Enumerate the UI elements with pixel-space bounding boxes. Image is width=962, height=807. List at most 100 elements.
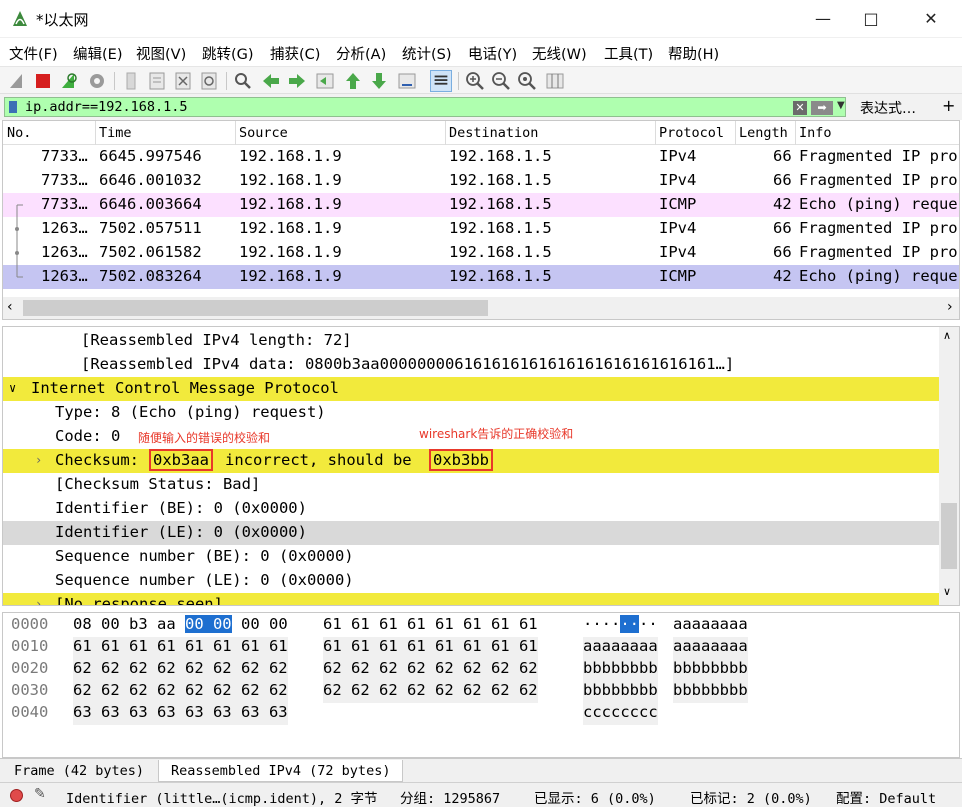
expert-info-icon[interactable]: [10, 789, 23, 802]
packet-row[interactable]: 1263… 7502.083264 192.168.1.9 192.168.1.…: [3, 265, 959, 289]
column-protocol[interactable]: Protocol: [659, 125, 724, 141]
detail-row[interactable]: [Checksum Status: Bad]: [3, 473, 939, 497]
packet-row[interactable]: 7733… 6646.001032 192.168.1.9 192.168.1.…: [3, 169, 959, 193]
detail-row-selected[interactable]: Identifier (LE): 0 (0x0000): [3, 521, 939, 545]
edit-comment-icon[interactable]: ✎: [34, 786, 46, 802]
open-file-icon[interactable]: [120, 70, 142, 92]
go-back-icon[interactable]: [260, 70, 282, 92]
byte-hex-row[interactable]: 61 61 61 61 61 61 61 61: [73, 637, 288, 659]
options-gear-icon[interactable]: [86, 70, 108, 92]
byte-hex-row[interactable]: 61 61 61 61 61 61 61 61: [323, 615, 538, 637]
byte-ascii-row[interactable]: bbbbbbbb: [583, 659, 658, 681]
close-file-icon[interactable]: [172, 70, 194, 92]
checksum-row[interactable]: › Checksum: 0xb3aa incorrect, should be …: [3, 449, 939, 473]
byte-ascii-row[interactable]: bbbbbbbb: [673, 681, 748, 703]
menu-edit[interactable]: 编辑(E): [73, 43, 122, 64]
detail-row[interactable]: Type: 8 (Echo (ping) request): [3, 401, 939, 425]
filter-text[interactable]: ip.addr==192.168.1.5: [25, 99, 188, 115]
minimize-button[interactable]: —: [800, 0, 846, 38]
byte-hex-row[interactable]: 08 00 b3 aa 00 00 00 00: [73, 615, 288, 637]
menu-statistics[interactable]: 统计(S): [402, 43, 452, 64]
byte-ascii-row[interactable]: ········: [583, 615, 658, 637]
byte-ascii-row[interactable]: bbbbbbbb: [673, 659, 748, 681]
byte-ascii-row[interactable]: aaaaaaaa: [673, 637, 748, 659]
clear-filter-icon[interactable]: ✕: [793, 101, 807, 115]
details-vertical-scrollbar[interactable]: ∧ ∨: [939, 327, 959, 605]
byte-hex-row[interactable]: 63 63 63 63 63 63 63 63: [73, 703, 288, 725]
packet-row[interactable]: 1263… 7502.061582 192.168.1.9 192.168.1.…: [3, 241, 959, 265]
autoscroll-icon[interactable]: [396, 70, 418, 92]
byte-hex-row[interactable]: 61 61 61 61 61 61 61 61: [323, 637, 538, 659]
column-time[interactable]: Time: [99, 125, 132, 141]
menu-go[interactable]: 跳转(G): [202, 43, 254, 64]
scroll-up-icon[interactable]: ∧: [943, 329, 951, 342]
last-packet-icon[interactable]: [368, 70, 390, 92]
column-length[interactable]: Length: [739, 125, 788, 141]
menu-help[interactable]: 帮助(H): [668, 43, 719, 64]
byte-ascii-row[interactable]: aaaaaaaa: [583, 637, 658, 659]
tab-reassembled-ipv4[interactable]: Reassembled IPv4 (72 bytes): [158, 760, 404, 782]
reload-icon[interactable]: [198, 70, 220, 92]
menu-telephony[interactable]: 电话(Y): [468, 43, 517, 64]
byte-hex-row[interactable]: 62 62 62 62 62 62 62 62: [73, 659, 288, 681]
detail-row[interactable]: › [No response seen]: [3, 593, 939, 605]
chevron-right-icon[interactable]: ›: [35, 453, 42, 467]
column-source[interactable]: Source: [239, 125, 288, 141]
find-icon[interactable]: [232, 70, 254, 92]
byte-ascii-row[interactable]: bbbbbbbb: [583, 681, 658, 703]
apply-filter-icon[interactable]: ➡: [811, 101, 833, 115]
packet-row[interactable]: 1263… 7502.057511 192.168.1.9 192.168.1.…: [3, 217, 959, 241]
byte-hex-row[interactable]: 62 62 62 62 62 62 62 62: [323, 681, 538, 703]
byte-hex-row[interactable]: 62 62 62 62 62 62 62 62: [323, 659, 538, 681]
bookmark-icon[interactable]: [9, 101, 17, 113]
go-to-packet-icon[interactable]: [314, 70, 336, 92]
column-info[interactable]: Info: [799, 125, 832, 141]
packet-row[interactable]: 7733… 6646.003664 192.168.1.9 192.168.1.…: [3, 193, 959, 217]
detail-row[interactable]: Identifier (BE): 0 (0x0000): [3, 497, 939, 521]
byte-row[interactable]: 0010: [11, 637, 48, 659]
save-file-icon[interactable]: [146, 70, 168, 92]
menu-tools[interactable]: 工具(T): [604, 43, 653, 64]
close-button[interactable]: ✕: [908, 0, 954, 38]
expression-button[interactable]: 表达式…: [860, 98, 916, 118]
icmp-tree-header[interactable]: ∨ Internet Control Message Protocol: [3, 377, 939, 401]
byte-row[interactable]: 0030: [11, 681, 48, 703]
scroll-left-icon[interactable]: ‹: [7, 299, 13, 315]
maximize-button[interactable]: □: [848, 0, 894, 38]
menu-capture[interactable]: 捕获(C): [270, 43, 320, 64]
display-filter-input[interactable]: ip.addr==192.168.1.5 ✕ ➡ ▼: [4, 97, 846, 117]
scroll-right-icon[interactable]: ›: [947, 299, 953, 315]
zoom-in-icon[interactable]: [464, 70, 486, 92]
filter-history-dropdown-icon[interactable]: ▼: [837, 100, 845, 111]
resize-columns-icon[interactable]: [544, 70, 566, 92]
menu-wireless[interactable]: 无线(W): [532, 43, 587, 64]
tab-frame[interactable]: Frame (42 bytes): [2, 760, 157, 782]
column-no[interactable]: No.: [7, 125, 31, 141]
byte-hex-row[interactable]: 62 62 62 62 62 62 62 62: [73, 681, 288, 703]
column-destination[interactable]: Destination: [449, 125, 538, 141]
first-packet-icon[interactable]: [342, 70, 364, 92]
byte-row[interactable]: 0020: [11, 659, 48, 681]
packet-row[interactable]: 7733… 6645.997546 192.168.1.9 192.168.1.…: [3, 145, 959, 169]
scrollbar-thumb[interactable]: [23, 300, 488, 316]
menu-file[interactable]: 文件(F): [9, 43, 58, 64]
byte-row[interactable]: 0000: [11, 615, 48, 637]
stop-icon[interactable]: [32, 70, 54, 92]
packet-list-horizontal-scrollbar[interactable]: ‹ ›: [3, 297, 959, 319]
detail-row[interactable]: [Reassembled IPv4 length: 72]: [3, 329, 939, 353]
colorize-icon[interactable]: [430, 70, 452, 92]
menu-analyze[interactable]: 分析(A): [336, 43, 386, 64]
detail-row[interactable]: [Reassembled IPv4 data: 0800b3aa00000000…: [3, 353, 939, 377]
shark-fin-start-icon[interactable]: [6, 70, 28, 92]
byte-ascii-row[interactable]: aaaaaaaa: [673, 615, 748, 637]
scroll-down-icon[interactable]: ∨: [943, 585, 951, 598]
menu-view[interactable]: 视图(V): [136, 43, 186, 64]
zoom-reset-icon[interactable]: [516, 70, 538, 92]
status-profile[interactable]: 配置: Default: [836, 787, 936, 807]
zoom-out-icon[interactable]: [490, 70, 512, 92]
add-filter-button[interactable]: +: [942, 96, 955, 115]
restart-icon[interactable]: [58, 70, 80, 92]
detail-row[interactable]: Sequence number (LE): 0 (0x0000): [3, 569, 939, 593]
byte-ascii-row[interactable]: cccccccc: [583, 703, 658, 725]
detail-row[interactable]: Sequence number (BE): 0 (0x0000): [3, 545, 939, 569]
